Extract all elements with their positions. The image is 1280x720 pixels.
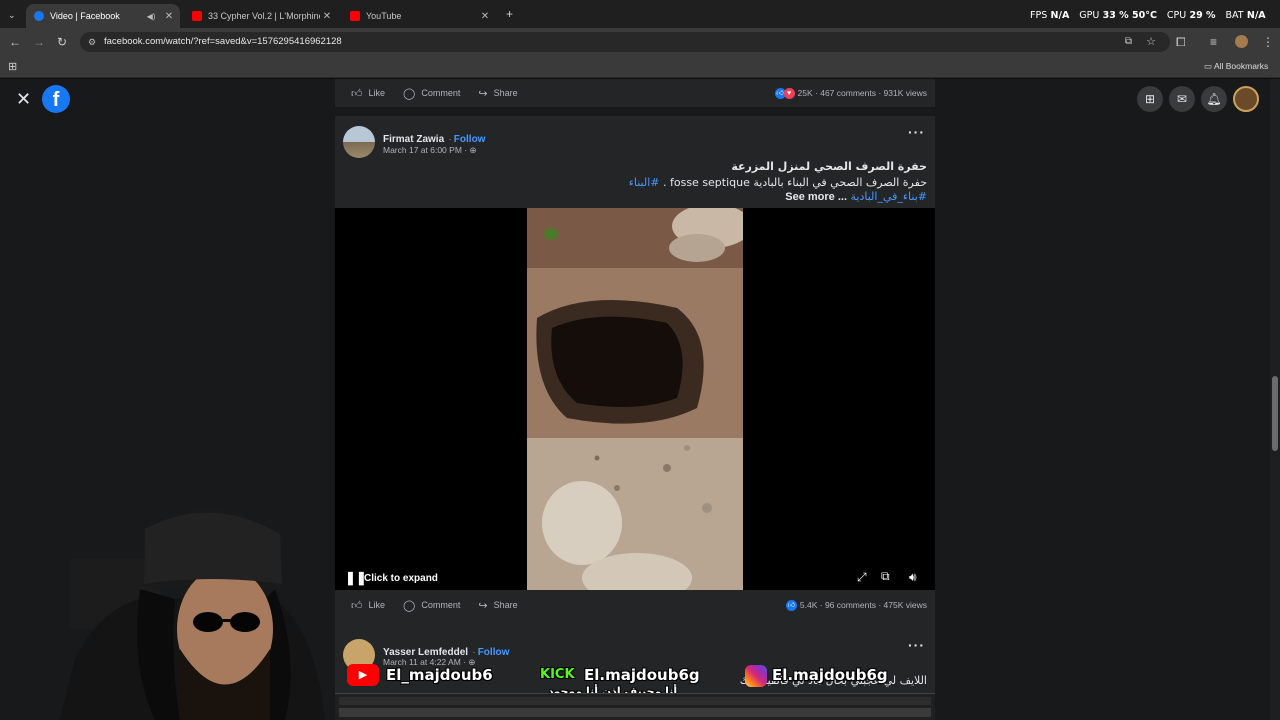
extensions-icon[interactable]: ⧠ bbox=[1176, 36, 1186, 48]
comment-count[interactable]: 467 comments bbox=[820, 88, 876, 98]
media-controls-icon[interactable]: ≡ bbox=[1210, 36, 1217, 48]
share-button[interactable]: ↪ Share bbox=[478, 599, 517, 612]
account-avatar[interactable] bbox=[1233, 86, 1259, 112]
follow-button[interactable]: Follow bbox=[454, 134, 486, 145]
webcam-streamer-image bbox=[60, 507, 325, 720]
menu-grid-icon[interactable]: ⊞ bbox=[1137, 86, 1163, 112]
comment-button[interactable]: ◯ Comment bbox=[403, 87, 460, 100]
video-post-card: Firmat Zawia · Follow March 17 at 6:00 P… bbox=[335, 116, 935, 646]
privacy-globe-icon: ⊕ bbox=[469, 145, 477, 155]
post-stats: 👍︎ ♥ 25K · 467 comments · 931K views bbox=[774, 87, 927, 99]
thumbs-up-icon: 👍︎ bbox=[351, 599, 363, 612]
comment-icon: ◯ bbox=[403, 87, 416, 100]
address-bar[interactable]: ⚙ facebook.com/watch/?ref=saved&v=157629… bbox=[80, 32, 1170, 52]
tab-cypher[interactable]: 33 Cypher Vol.2 | L'Morphine ... ✕ bbox=[184, 4, 338, 28]
all-bookmarks-button[interactable]: ▭ All Bookmarks bbox=[1204, 61, 1268, 72]
post-title: حفرة الصرف الصحي لمنزل المزرعة bbox=[731, 160, 927, 173]
close-tab-icon[interactable]: ✕ bbox=[162, 11, 176, 22]
kick-handle: El.majdoub6g bbox=[584, 666, 700, 684]
previous-post-actions: 👍︎ Like ◯ Comment ↪ Share 👍︎ ♥ 25K · 467 co… bbox=[335, 79, 935, 107]
reaction-count[interactable]: 25K bbox=[798, 88, 813, 98]
post-date[interactable]: March 17 at 6:00 PM bbox=[383, 145, 462, 155]
like-reaction-icon: 👍︎ bbox=[785, 599, 797, 611]
apps-grid-icon[interactable]: ⊞ bbox=[8, 61, 17, 73]
hashtag-link[interactable]: #بناء_في_البادية bbox=[851, 190, 927, 203]
folder-icon: ▭ bbox=[1204, 61, 1213, 71]
tab-search-icon[interactable]: ⌄ bbox=[8, 9, 16, 21]
menu-icon[interactable]: ⋮ bbox=[1262, 36, 1274, 48]
facebook-logo-icon[interactable]: f bbox=[42, 85, 70, 113]
bookmark-star-icon[interactable]: ☆ bbox=[1146, 32, 1156, 52]
instagram-logo-icon bbox=[745, 665, 767, 687]
view-count: 931K views bbox=[883, 88, 927, 98]
picture-in-picture-icon[interactable]: ⧉ bbox=[881, 569, 890, 584]
more-options-icon[interactable]: ··· bbox=[908, 124, 925, 140]
septic-pit-image bbox=[527, 208, 743, 590]
facebook-watch-page: ✕ f ⊞ ✉ 🔔︎ 👍︎ Like ◯ Comment ↪ Share 👍︎ ♥ 2… bbox=[0, 79, 1280, 720]
close-icon[interactable]: ✕ bbox=[16, 89, 31, 110]
follow-button[interactable]: Follow bbox=[478, 647, 510, 658]
plus-icon[interactable]: + bbox=[506, 8, 513, 20]
author-name[interactable]: Firmat Zawia bbox=[383, 134, 444, 145]
love-reaction-icon: ♥ bbox=[783, 87, 795, 99]
facebook-favicon-icon bbox=[34, 11, 44, 21]
scrollbar-thumb[interactable] bbox=[1272, 376, 1278, 451]
view-count: 475K views bbox=[883, 600, 927, 610]
volume-icon[interactable]: 🔊︎ bbox=[909, 570, 917, 585]
comment-count[interactable]: 96 comments bbox=[825, 600, 876, 610]
page-scrollbar[interactable] bbox=[1270, 79, 1280, 720]
close-tab-icon[interactable]: ✕ bbox=[320, 11, 334, 22]
post-date-row: March 17 at 6:00 PM · ⊕ bbox=[383, 145, 477, 155]
close-tab-icon[interactable]: ✕ bbox=[478, 11, 492, 22]
instagram-handle: El.majdoub6g bbox=[772, 666, 888, 684]
author-avatar[interactable] bbox=[343, 126, 375, 158]
youtube-favicon-icon bbox=[350, 11, 360, 21]
bookmarks-bar: ⊞ ▭ All Bookmarks bbox=[0, 56, 1280, 78]
video-frame bbox=[527, 208, 743, 590]
thumbs-up-icon: 👍︎ bbox=[351, 87, 363, 100]
browser-tab-bar: ⌄ Video | Facebook ◀) ✕ 33 Cypher Vol.2 … bbox=[0, 0, 1280, 28]
like-button[interactable]: 👍︎ Like bbox=[351, 87, 385, 100]
perf-overlay: FPS N/A GPU 33 % 50°C CPU 29 % BAT N/A bbox=[1030, 10, 1266, 21]
profile-avatar[interactable] bbox=[1235, 35, 1248, 48]
browser-toolbar: ← → ↻ ⚙ facebook.com/watch/?ref=saved&v=… bbox=[0, 28, 1280, 56]
post-actions: 👍︎ Like ◯ Comment ↪ Share 👍︎ 5.4K · 96 comm… bbox=[335, 591, 935, 619]
tab-facebook[interactable]: Video | Facebook ◀) ✕ bbox=[26, 4, 180, 28]
see-more-link[interactable]: ... See more bbox=[785, 191, 847, 203]
video-player[interactable]: ❚❚ Click to expand ⤢ ⧉ 🔊︎ bbox=[335, 208, 935, 590]
like-button[interactable]: 👍︎ Like bbox=[351, 599, 385, 612]
youtube-handle: El_majdoub6 bbox=[386, 666, 493, 684]
tab-youtube[interactable]: YouTube ✕ bbox=[342, 4, 496, 28]
reload-icon[interactable]: ↻ bbox=[57, 36, 67, 48]
comment-button[interactable]: ◯ Comment bbox=[403, 599, 460, 612]
install-icon[interactable]: ⧉ bbox=[1125, 32, 1132, 52]
share-icon: ↪ bbox=[478, 599, 488, 612]
click-to-expand-label[interactable]: Click to expand bbox=[364, 573, 438, 584]
audio-icon[interactable]: ◀) bbox=[144, 12, 158, 21]
forward-icon[interactable]: → bbox=[33, 36, 45, 48]
post-stats: 👍︎ 5.4K · 96 comments · 475K views bbox=[785, 599, 927, 611]
post-text-line: #بناء_في_البادية ... See more bbox=[785, 190, 927, 203]
post-text-line: حفرة الصرف الصحي في البناء بالبادية foss… bbox=[628, 176, 927, 189]
youtube-logo-icon: ▶ bbox=[347, 664, 379, 686]
notifications-bell-icon[interactable]: 🔔︎ bbox=[1201, 86, 1227, 112]
reaction-count[interactable]: 5.4K bbox=[800, 600, 818, 610]
more-options-icon[interactable]: ··· bbox=[908, 637, 925, 653]
back-icon[interactable]: ← bbox=[9, 36, 21, 48]
nested-screen-strip bbox=[335, 693, 935, 720]
hashtag-link[interactable]: #البناء bbox=[629, 176, 660, 189]
youtube-favicon-icon bbox=[192, 11, 202, 21]
share-button[interactable]: ↪ Share bbox=[478, 87, 517, 100]
comment-icon: ◯ bbox=[403, 599, 416, 612]
nested-tab-strip bbox=[339, 697, 931, 705]
kick-logo: KICK bbox=[540, 667, 575, 682]
share-icon: ↪ bbox=[478, 87, 488, 100]
fullscreen-icon[interactable]: ⤢ bbox=[857, 570, 867, 585]
messenger-icon[interactable]: ✉ bbox=[1169, 86, 1195, 112]
nested-toolbar bbox=[339, 708, 931, 717]
site-info-icon[interactable]: ⚙ bbox=[88, 32, 96, 52]
